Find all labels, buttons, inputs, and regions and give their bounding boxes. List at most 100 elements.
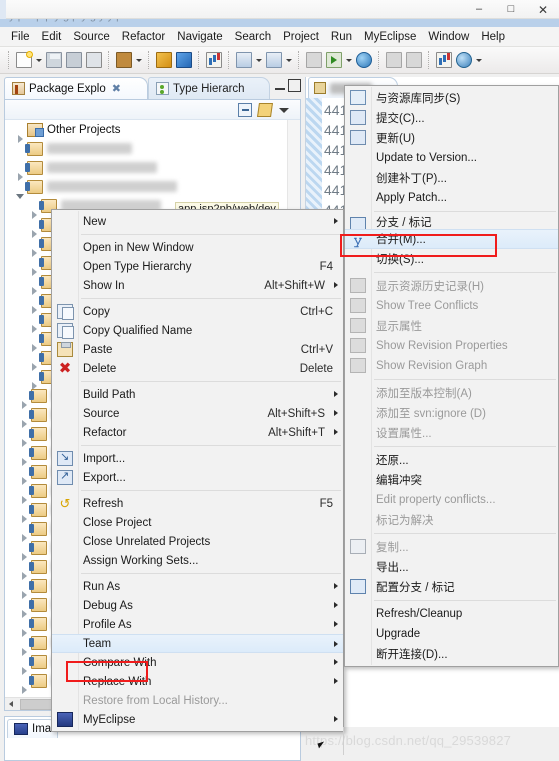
package-blue-icon[interactable] <box>175 51 193 69</box>
server-icon[interactable] <box>305 51 323 69</box>
configure-branch-icon <box>350 579 366 594</box>
menu-item-branch-tag[interactable]: 分支 / 标记 <box>345 215 558 229</box>
menu-myeclipse[interactable]: MyEclipse <box>358 29 422 45</box>
run-icon[interactable] <box>265 51 283 69</box>
menu-item-configure-branch-tag[interactable]: 配置分支 / 标记 <box>345 577 558 597</box>
menu-item-create-patch[interactable]: 创建补丁(P)... <box>345 168 558 188</box>
menu-edit[interactable]: Edit <box>36 29 68 45</box>
menu-item-update[interactable]: 更新(U) <box>345 128 558 148</box>
menu-project[interactable]: Project <box>277 29 325 45</box>
package-yellow-icon[interactable] <box>155 51 173 69</box>
menu-item-assign-working-sets[interactable]: Assign Working Sets... <box>52 551 343 570</box>
menu-item-new[interactable]: New <box>52 212 343 231</box>
menu-item-switch[interactable]: 切换(S)... <box>345 249 558 269</box>
run-server-icon[interactable] <box>325 51 343 69</box>
menu-item-export[interactable]: Export... <box>52 468 343 487</box>
web-dropdown-icon[interactable] <box>474 51 483 69</box>
menu-item-paste[interactable]: Paste Ctrl+V <box>52 340 343 359</box>
menu-item-source[interactable]: Source Alt+Shift+S <box>52 404 343 423</box>
close-button[interactable]: ✕ <box>527 0 559 19</box>
menu-item-sync-with-repository[interactable]: 与资源库同步(S) <box>345 88 558 108</box>
menu-item-merge[interactable]: 𝚢 合并(M)... <box>345 229 558 249</box>
collapse-all-icon[interactable] <box>238 102 252 117</box>
branch-tag-icon <box>350 217 366 229</box>
maximize-button[interactable]: □ <box>495 0 527 19</box>
menu-item-revert[interactable]: 还原... <box>345 450 558 470</box>
new-wizard-dropdown-icon[interactable] <box>34 51 43 69</box>
menu-item-delete[interactable]: ✖ Delete Delete <box>52 359 343 378</box>
deploy-icon[interactable] <box>115 51 133 69</box>
menu-separator <box>81 490 341 491</box>
tree-item[interactable] <box>5 177 287 199</box>
menu-item-update-to-version[interactable]: Update to Version... <box>345 148 558 168</box>
submenu-arrow-icon <box>334 429 338 435</box>
menu-item-open-type-hierarchy[interactable]: Open Type Hierarchy F4 <box>52 257 343 276</box>
tree-item[interactable] <box>5 158 287 181</box>
menu-item-upgrade[interactable]: Upgrade <box>345 624 558 644</box>
minimize-button[interactable]: – <box>463 0 495 19</box>
deploy-dropdown-icon[interactable] <box>134 51 143 69</box>
menu-item-edit-conflicts[interactable]: 编辑冲突 <box>345 470 558 490</box>
maximize-view-icon[interactable] <box>288 79 301 92</box>
chart-icon[interactable] <box>435 51 453 69</box>
debug-icon[interactable] <box>235 51 253 69</box>
menu-item-refresh[interactable]: ↺ Refresh F5 <box>52 494 343 513</box>
menu-item-replace-with[interactable]: Replace With <box>52 672 343 691</box>
menu-item-run-as[interactable]: Run As <box>52 577 343 596</box>
menu-item-myeclipse[interactable]: MyEclipse <box>52 710 343 729</box>
link-with-editor-icon[interactable] <box>257 102 273 117</box>
menu-file[interactable]: File <box>5 29 36 45</box>
menu-item-copy[interactable]: Copy Ctrl+C <box>52 302 343 321</box>
profile-icon[interactable] <box>385 51 403 69</box>
update-icon <box>350 130 366 145</box>
toolbar-separator <box>8 51 10 69</box>
view-menu-icon[interactable] <box>278 103 292 117</box>
debug-dropdown-icon[interactable] <box>254 51 263 69</box>
image-view-icon <box>14 723 28 735</box>
close-icon[interactable]: ✖ <box>112 82 121 95</box>
tree-item[interactable]: Other Projects <box>5 120 287 143</box>
menu-item-label: 编辑冲突 <box>376 475 422 487</box>
browser-icon[interactable] <box>205 51 223 69</box>
menu-item-close-project[interactable]: Close Project <box>52 513 343 532</box>
save-all-icon[interactable] <box>65 51 83 69</box>
menu-item-build-path[interactable]: Build Path <box>52 385 343 404</box>
menu-item-apply-patch[interactable]: Apply Patch... <box>345 188 558 208</box>
minimize-view-icon[interactable] <box>275 82 285 90</box>
tab-package-explorer[interactable]: Package Explo ✖ <box>4 77 148 99</box>
menu-item-label: MyEclipse <box>83 713 136 726</box>
run-server-dropdown-icon[interactable] <box>344 51 353 69</box>
menu-item-disconnect[interactable]: 断开连接(D)... <box>345 644 558 664</box>
globe-icon[interactable] <box>355 51 373 69</box>
save-icon[interactable] <box>45 51 63 69</box>
scroll-left-icon[interactable] <box>5 698 18 711</box>
menu-refactor[interactable]: Refactor <box>116 29 171 45</box>
menu-item-refactor[interactable]: Refactor Alt+Shift+T <box>52 423 343 442</box>
menu-help[interactable]: Help <box>475 29 511 45</box>
menu-run[interactable]: Run <box>325 29 358 45</box>
menu-search[interactable]: Search <box>229 29 277 45</box>
tab-type-hierarchy[interactable]: Type Hierarch <box>148 77 270 99</box>
new-wizard-icon[interactable] <box>15 51 33 69</box>
menu-item-import[interactable]: Import... <box>52 449 343 468</box>
menu-item-debug-as[interactable]: Debug As <box>52 596 343 615</box>
web-icon[interactable] <box>455 51 473 69</box>
menu-item-commit[interactable]: 提交(C)... <box>345 108 558 128</box>
run-dropdown-icon[interactable] <box>284 51 293 69</box>
menu-item-compare-with[interactable]: Compare With <box>52 653 343 672</box>
external-tools-icon[interactable] <box>405 51 423 69</box>
menu-item-export-svn[interactable]: 导出... <box>345 557 558 577</box>
menu-item-team[interactable]: Team <box>52 634 343 653</box>
print-icon[interactable] <box>85 51 103 69</box>
menu-item-close-unrelated-projects[interactable]: Close Unrelated Projects <box>52 532 343 551</box>
menu-item-open-in-new-window[interactable]: Open in New Window <box>52 238 343 257</box>
menu-item-copy-qualified-name[interactable]: Copy Qualified Name <box>52 321 343 340</box>
menu-item-show-in[interactable]: Show In Alt+Shift+W <box>52 276 343 295</box>
menu-window[interactable]: Window <box>422 29 475 45</box>
tree-item[interactable] <box>5 139 287 158</box>
menu-source[interactable]: Source <box>67 29 115 45</box>
tree-item-label-masked <box>47 181 177 192</box>
menu-item-profile-as[interactable]: Profile As <box>52 615 343 634</box>
menu-navigate[interactable]: Navigate <box>171 29 228 45</box>
menu-item-refresh-cleanup[interactable]: Refresh/Cleanup <box>345 604 558 624</box>
